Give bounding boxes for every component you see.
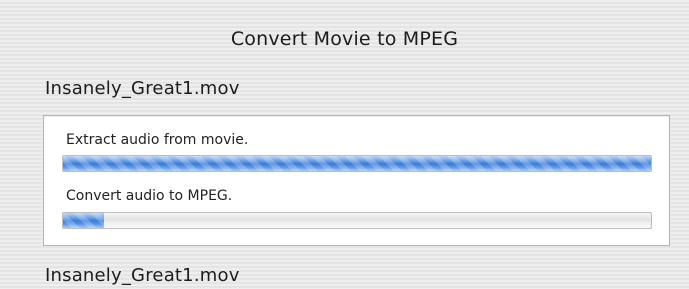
progress-bar-convert-audio	[62, 212, 652, 229]
convert-movie-window: Convert Movie to MPEG Insanely_Great1.mo…	[0, 0, 689, 289]
file-name-label-next: Insanely_Great1.mov	[45, 265, 240, 286]
dialog-title: Convert Movie to MPEG	[230, 28, 459, 50]
step-label-extract-audio: Extract audio from movie.	[66, 132, 249, 148]
conversion-steps-panel: Extract audio from movie. Convert audio …	[43, 115, 670, 246]
progress-bar-extract-audio	[62, 155, 652, 172]
progress-fill	[63, 213, 105, 228]
file-name-label: Insanely_Great1.mov	[45, 78, 240, 99]
progress-fill	[63, 156, 651, 171]
step-label-convert-audio: Convert audio to MPEG.	[66, 188, 233, 204]
